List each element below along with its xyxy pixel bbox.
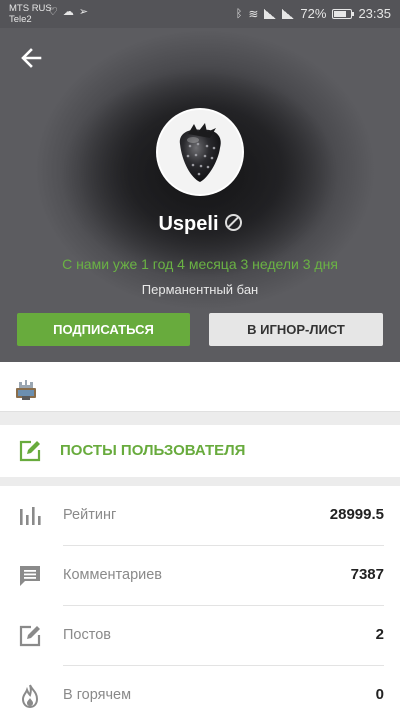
back-arrow-svg (21, 48, 42, 68)
award-badge-icon[interactable] (13, 376, 39, 402)
wifi-icon: ≋ (248, 6, 259, 21)
signal-icon-2 (282, 8, 295, 19)
carrier-info: MTS RUS Tele2 (9, 3, 52, 25)
hot-icon (21, 684, 39, 709)
stat-value: 7387 (350, 566, 384, 583)
posts-icon (19, 625, 41, 647)
stat-label: Постов (63, 627, 111, 643)
cloud-icon: ☁ (62, 6, 74, 18)
stat-posts: Постов 2 (0, 606, 400, 666)
username-row: Uspeli (0, 213, 400, 236)
stat-value: 0 (375, 686, 384, 703)
status-right: ᛒ ≋ 72% 23:35 (236, 6, 391, 21)
comments-icon (20, 566, 40, 586)
ban-status: Перманентный бан (141, 282, 259, 297)
badges-row (0, 362, 400, 412)
stats-list: Рейтинг 28999.5 Комментариев 7387 Постов… (0, 486, 400, 711)
ban-icon (224, 214, 242, 231)
strawberry-avatar-image (158, 110, 242, 194)
profile-header: MTS RUS Tele2 ♡ ☁ ➢ ᛒ ≋ 72% 23:35 Uspeli… (0, 0, 400, 362)
clock: 23:35 (358, 6, 391, 21)
status-bar: MTS RUS Tele2 ♡ ☁ ➢ ᛒ ≋ 72% 23:35 (0, 0, 400, 28)
stat-comments: Комментариев 7387 (0, 546, 400, 606)
avatar (158, 110, 242, 194)
notification-icons: ♡ ☁ ➢ (48, 5, 88, 18)
back-arrow-icon[interactable] (18, 44, 46, 72)
rating-icon (20, 507, 41, 525)
edit-icon (19, 440, 41, 462)
stat-label: В горячем (63, 687, 132, 703)
battery-percent: 72% (300, 6, 327, 21)
stat-label: Рейтинг (63, 507, 117, 523)
user-posts-link[interactable]: ПОСТЫ ПОЛЬЗОВАТЕЛЯ (0, 425, 400, 477)
signal-icon (264, 8, 277, 19)
stat-rating: Рейтинг 28999.5 (0, 486, 400, 546)
bluetooth-icon: ᛒ (235, 7, 243, 20)
stat-value: 28999.5 (329, 506, 384, 523)
user-posts-label: ПОСТЫ ПОЛЬЗОВАТЕЛЯ (60, 442, 246, 459)
battery-icon (332, 8, 355, 19)
carrier-name-secondary: Tele2 (9, 14, 32, 25)
ignore-list-button[interactable]: В ИГНОР-ЛИСТ (209, 313, 383, 346)
send-icon: ➢ (78, 6, 89, 18)
member-since: С нами уже 1 год 4 месяца 3 недели 3 дня (62, 256, 338, 272)
username: Uspeli (158, 213, 219, 235)
heart-rate-icon: ♡ (48, 6, 58, 18)
stat-label: Комментариев (63, 567, 162, 583)
subscribe-button[interactable]: ПОДПИСАТЬСЯ (17, 313, 190, 346)
carrier-name: MTS RUS (9, 3, 52, 14)
stat-value: 2 (375, 626, 384, 643)
stat-hot: В горячем 0 (0, 666, 400, 711)
